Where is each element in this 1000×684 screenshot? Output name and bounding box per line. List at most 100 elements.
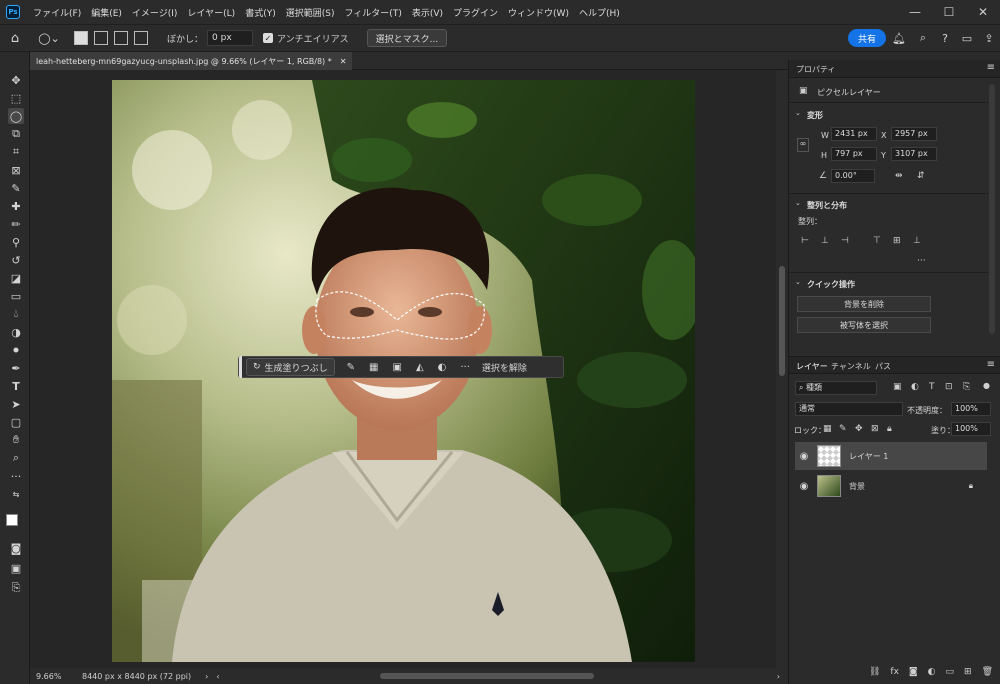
artboard-icon[interactable]: ⎘ bbox=[8, 580, 24, 596]
layer-row-layer1[interactable]: ◉ レイヤー 1 bbox=[795, 442, 987, 470]
menu-plugins[interactable]: プラグイン bbox=[448, 6, 503, 19]
fill-field[interactable]: 100% bbox=[951, 422, 991, 436]
document-tab[interactable]: leah-hetteberg-mn69gazyucg-unsplash.jpg … bbox=[30, 52, 353, 70]
layer-name[interactable]: 背景 bbox=[849, 481, 865, 492]
lasso-preset-icon[interactable]: ◯⌄ bbox=[34, 32, 64, 45]
stamp-tool-icon[interactable]: ⚲ bbox=[8, 234, 24, 250]
new-selection-icon[interactable] bbox=[74, 31, 88, 45]
lock-position-icon[interactable]: ✥ bbox=[855, 424, 863, 434]
align-right-icon[interactable]: ⊣ bbox=[841, 236, 849, 246]
properties-scrollbar[interactable] bbox=[989, 84, 995, 334]
status-arrow-icon[interactable]: › bbox=[205, 672, 208, 681]
lock-all-icon[interactable]: 🔒︎ bbox=[887, 424, 892, 434]
document-size-info[interactable]: 8440 px x 8440 px (72 ppi) bbox=[82, 672, 191, 681]
remove-background-button[interactable]: 背景を削除 bbox=[797, 296, 931, 312]
blur-input[interactable]: 0 px bbox=[207, 30, 254, 46]
new-layer-icon[interactable]: ⊞ bbox=[964, 667, 972, 677]
layers-tab[interactable]: レイヤー bbox=[796, 361, 828, 372]
bell-icon[interactable]: 🔔︎ bbox=[886, 32, 912, 45]
select-and-mask-button[interactable]: 選択とマスク... bbox=[366, 29, 448, 47]
search-icon[interactable]: ⌕ bbox=[912, 31, 934, 45]
generative-fill-button[interactable]: ↻ 生成塗りつぶし bbox=[246, 358, 335, 376]
modify-selection-icon[interactable]: ▦ bbox=[369, 362, 378, 373]
add-mask-icon[interactable]: ◙ bbox=[909, 667, 918, 677]
width-field[interactable]: 2431 px bbox=[831, 127, 877, 141]
align-left-icon[interactable]: ⊢ bbox=[801, 236, 809, 246]
paths-tab[interactable]: パス bbox=[875, 361, 891, 372]
horizontal-scroll-thumb[interactable] bbox=[379, 673, 594, 679]
filter-adjustment-icon[interactable]: ◐ bbox=[911, 382, 919, 392]
lock-pixels-icon[interactable]: ✎ bbox=[839, 424, 847, 434]
eraser-tool-icon[interactable]: ◪ bbox=[8, 270, 24, 286]
height-field[interactable]: 797 px bbox=[831, 147, 877, 161]
new-group-icon[interactable]: ▭ bbox=[946, 667, 955, 677]
flip-horizontal-icon[interactable]: ⇹ bbox=[895, 171, 903, 181]
menu-view[interactable]: 表示(V) bbox=[407, 6, 448, 19]
workspace-icon[interactable]: ▭ bbox=[956, 32, 978, 45]
lasso-tool-icon[interactable]: ◯ bbox=[8, 108, 24, 124]
layer-name[interactable]: レイヤー 1 bbox=[849, 451, 888, 462]
delete-layer-icon[interactable]: 🗑︎ bbox=[982, 667, 993, 677]
menu-window[interactable]: ウィンドウ(W) bbox=[503, 6, 574, 19]
intersect-selection-icon[interactable] bbox=[134, 31, 148, 45]
filter-smart-icon[interactable]: ⎘ bbox=[963, 382, 970, 392]
menu-type[interactable]: 書式(Y) bbox=[240, 6, 281, 19]
align-more-button[interactable]: ··· bbox=[917, 256, 926, 266]
share-button[interactable]: 共有 bbox=[848, 29, 886, 47]
filter-type-icon[interactable]: T bbox=[929, 382, 935, 392]
align-top-icon[interactable]: ⊤ bbox=[873, 236, 881, 246]
more-options-icon[interactable]: ··· bbox=[460, 362, 470, 373]
subtract-selection-icon[interactable] bbox=[114, 31, 128, 45]
menu-file[interactable]: ファイル(F) bbox=[28, 6, 86, 19]
blend-mode-select[interactable]: 通常 bbox=[795, 402, 903, 416]
filter-toggle-icon[interactable]: ● bbox=[983, 381, 990, 390]
frame-tool-icon[interactable]: ⊠ bbox=[8, 162, 24, 178]
filter-shape-icon[interactable]: ⊡ bbox=[945, 382, 953, 392]
close-tab-icon[interactable]: ✕ bbox=[340, 57, 347, 66]
menu-help[interactable]: ヘルプ(H) bbox=[574, 6, 625, 19]
channels-tab[interactable]: チャンネル bbox=[831, 361, 871, 372]
align-middle-v-icon[interactable]: ⊞ bbox=[893, 236, 901, 246]
type-tool-icon[interactable]: T bbox=[8, 378, 24, 394]
history-brush-tool-icon[interactable]: ↺ bbox=[8, 252, 24, 268]
zoom-tool-icon[interactable]: ⌕ bbox=[8, 450, 24, 466]
burn-tool-icon[interactable]: ⚫︎ bbox=[8, 342, 24, 358]
antialias-checkbox[interactable]: ✓ bbox=[263, 33, 274, 43]
menu-layer[interactable]: レイヤー(L) bbox=[182, 6, 240, 19]
panel-menu-icon[interactable]: ≡ bbox=[987, 62, 995, 73]
home-icon[interactable]: ⌂ bbox=[0, 31, 30, 46]
lock-artboard-icon[interactable]: ⊠ bbox=[871, 424, 879, 434]
vertical-scroll-thumb[interactable] bbox=[779, 266, 785, 376]
deselect-button[interactable]: 選択を解除 bbox=[482, 361, 527, 374]
link-icon[interactable]: ∞ bbox=[797, 138, 809, 152]
flip-vertical-icon[interactable]: ⇵ bbox=[917, 171, 925, 181]
chevron-down-icon[interactable]: ⌄ bbox=[795, 109, 801, 117]
move-tool-icon[interactable]: ✥ bbox=[8, 72, 24, 88]
path-select-tool-icon[interactable]: ➤ bbox=[8, 396, 24, 412]
brush-icon[interactable]: ✎ bbox=[347, 362, 355, 373]
menu-filter[interactable]: フィルター(T) bbox=[339, 6, 406, 19]
layer-style-icon[interactable]: fx bbox=[890, 667, 899, 677]
minimize-icon[interactable]: — bbox=[898, 0, 932, 24]
gradient-tool-icon[interactable]: ▭ bbox=[8, 288, 24, 304]
canvas-area[interactable]: ↻ 生成塗りつぶし ✎ ▦ ▣ ◭ ◐ ··· 選択を解除 bbox=[30, 70, 776, 668]
swap-colors-icon[interactable]: ⇆ bbox=[8, 486, 24, 502]
x-field[interactable]: 2957 px bbox=[891, 127, 937, 141]
chevron-down-icon[interactable]: ⌄ bbox=[795, 278, 801, 286]
close-icon[interactable]: ✕ bbox=[966, 0, 1000, 24]
angle-field[interactable]: 0.00° bbox=[831, 169, 875, 183]
chevron-down-icon[interactable]: ⌄ bbox=[795, 199, 801, 207]
crop-tool-icon[interactable]: ⌗ bbox=[8, 144, 24, 160]
maximize-icon[interactable]: ☐ bbox=[932, 0, 966, 24]
y-field[interactable]: 3107 px bbox=[891, 147, 937, 161]
menu-edit[interactable]: 編集(E) bbox=[86, 6, 127, 19]
scroll-right-icon[interactable]: › bbox=[777, 672, 780, 681]
object-select-tool-icon[interactable]: ⧉ bbox=[8, 126, 24, 142]
rectangle-tool-icon[interactable]: ▢ bbox=[8, 414, 24, 430]
align-bottom-icon[interactable]: ⊥ bbox=[913, 236, 921, 246]
layer-row-background[interactable]: ◉ 背景 🔒︎ bbox=[795, 472, 987, 500]
scroll-left-icon[interactable]: ‹ bbox=[216, 672, 219, 681]
adjustment-layer-icon[interactable]: ◐ bbox=[928, 667, 936, 677]
menu-select[interactable]: 選択範囲(S) bbox=[281, 6, 340, 19]
visibility-eye-icon[interactable]: ◉ bbox=[795, 481, 813, 492]
